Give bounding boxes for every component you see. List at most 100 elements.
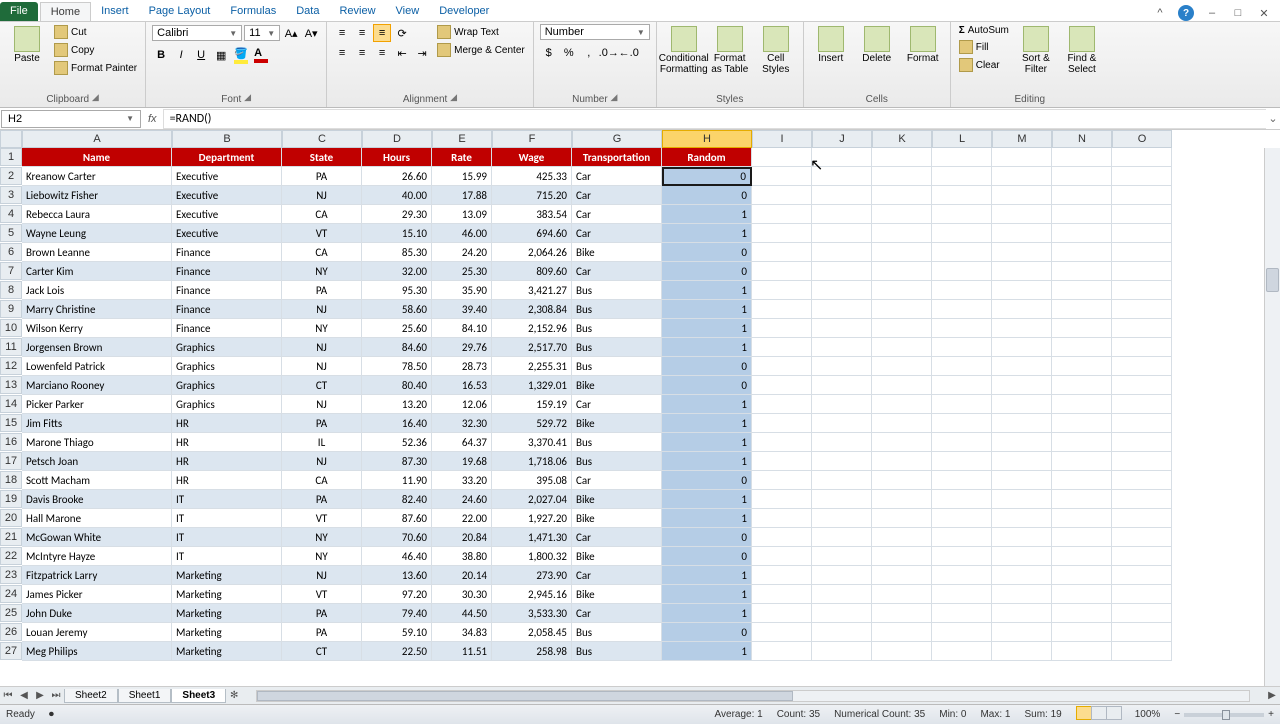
cell[interactable] bbox=[992, 604, 1052, 623]
cell[interactable]: 46.00 bbox=[432, 224, 492, 243]
cell[interactable] bbox=[992, 319, 1052, 338]
cell[interactable]: 3,421.27 bbox=[492, 281, 572, 300]
cell[interactable] bbox=[932, 528, 992, 547]
zoom-slider[interactable]: −+ bbox=[1174, 709, 1274, 720]
row-header[interactable]: 13 bbox=[0, 376, 22, 394]
row-header[interactable]: 23 bbox=[0, 566, 22, 584]
cell[interactable] bbox=[1112, 414, 1172, 433]
cell[interactable]: 80.40 bbox=[362, 376, 432, 395]
cell[interactable] bbox=[752, 300, 812, 319]
cell[interactable]: PA bbox=[282, 281, 362, 300]
column-header-C[interactable]: C bbox=[282, 130, 362, 148]
cell[interactable] bbox=[812, 490, 872, 509]
column-header-E[interactable]: E bbox=[432, 130, 492, 148]
cell[interactable]: Picker Parker bbox=[22, 395, 172, 414]
cell[interactable]: 2,152.96 bbox=[492, 319, 572, 338]
cell[interactable] bbox=[752, 319, 812, 338]
row-header[interactable]: 12 bbox=[0, 357, 22, 375]
cell[interactable]: Marciano Rooney bbox=[22, 376, 172, 395]
cell[interactable]: 383.54 bbox=[492, 205, 572, 224]
cell[interactable] bbox=[932, 642, 992, 661]
cell[interactable]: NY bbox=[282, 262, 362, 281]
cell[interactable]: 3,370.41 bbox=[492, 433, 572, 452]
cell[interactable]: 20.84 bbox=[432, 528, 492, 547]
cell[interactable]: Finance bbox=[172, 262, 282, 281]
cell[interactable]: 29.30 bbox=[362, 205, 432, 224]
cell[interactable]: 79.40 bbox=[362, 604, 432, 623]
fill-color-button[interactable]: 🪣 bbox=[232, 46, 250, 64]
cell[interactable]: 529.72 bbox=[492, 414, 572, 433]
cell[interactable] bbox=[932, 319, 992, 338]
cell[interactable]: Bike bbox=[572, 243, 662, 262]
cell[interactable]: PA bbox=[282, 623, 362, 642]
cell[interactable] bbox=[752, 414, 812, 433]
cell[interactable]: 84.60 bbox=[362, 338, 432, 357]
cell[interactable]: Car bbox=[572, 566, 662, 585]
number-format-select[interactable]: Number▼ bbox=[540, 24, 650, 40]
cell[interactable]: 64.37 bbox=[432, 433, 492, 452]
column-header-J[interactable]: J bbox=[812, 130, 872, 148]
cell[interactable]: 2,058.45 bbox=[492, 623, 572, 642]
number-launcher-icon[interactable]: ◢ bbox=[610, 92, 617, 102]
cell[interactable] bbox=[1112, 585, 1172, 604]
cell[interactable] bbox=[1052, 471, 1112, 490]
cell[interactable]: John Duke bbox=[22, 604, 172, 623]
cell[interactable] bbox=[992, 623, 1052, 642]
cell[interactable] bbox=[932, 357, 992, 376]
formula-input[interactable]: =RAND() bbox=[163, 109, 1266, 129]
cell[interactable]: 425.33 bbox=[492, 167, 572, 186]
cell[interactable]: HR bbox=[172, 471, 282, 490]
cell[interactable] bbox=[1112, 471, 1172, 490]
format-as-table-button[interactable]: Format as Table bbox=[709, 24, 751, 77]
cell[interactable]: IL bbox=[282, 433, 362, 452]
cell[interactable]: 85.30 bbox=[362, 243, 432, 262]
font-color-button[interactable]: A bbox=[252, 46, 270, 64]
cell[interactable]: NJ bbox=[282, 300, 362, 319]
cell[interactable]: 32.30 bbox=[432, 414, 492, 433]
italic-button[interactable]: I bbox=[172, 46, 190, 64]
cell[interactable] bbox=[752, 395, 812, 414]
cell[interactable]: Finance bbox=[172, 243, 282, 262]
cell[interactable] bbox=[1112, 262, 1172, 281]
cell[interactable] bbox=[752, 167, 812, 186]
cell[interactable] bbox=[992, 414, 1052, 433]
cell[interactable] bbox=[752, 642, 812, 661]
cell[interactable] bbox=[992, 471, 1052, 490]
cell[interactable] bbox=[932, 148, 992, 167]
cell[interactable] bbox=[752, 148, 812, 167]
cell[interactable] bbox=[812, 623, 872, 642]
cell[interactable]: Car bbox=[572, 395, 662, 414]
cell[interactable] bbox=[992, 566, 1052, 585]
cell[interactable]: Bike bbox=[572, 376, 662, 395]
cell[interactable] bbox=[992, 300, 1052, 319]
cell[interactable]: 273.90 bbox=[492, 566, 572, 585]
cell[interactable]: Name bbox=[22, 148, 172, 167]
cell[interactable]: Executive bbox=[172, 167, 282, 186]
cell[interactable]: 1 bbox=[662, 300, 752, 319]
cell[interactable] bbox=[812, 205, 872, 224]
row-header[interactable]: 19 bbox=[0, 490, 22, 508]
font-size-select[interactable]: 11▼ bbox=[244, 25, 280, 41]
cell[interactable] bbox=[1052, 357, 1112, 376]
cell[interactable]: Graphics bbox=[172, 338, 282, 357]
cell[interactable] bbox=[812, 148, 872, 167]
cell[interactable] bbox=[812, 357, 872, 376]
cell[interactable] bbox=[1112, 148, 1172, 167]
cell[interactable]: 13.20 bbox=[362, 395, 432, 414]
row-header[interactable]: 2 bbox=[0, 167, 22, 185]
cell[interactable]: 40.00 bbox=[362, 186, 432, 205]
help-icon[interactable]: ? bbox=[1178, 5, 1194, 21]
cell[interactable]: McIntyre Hayze bbox=[22, 547, 172, 566]
cell[interactable] bbox=[812, 300, 872, 319]
cell[interactable] bbox=[1052, 566, 1112, 585]
cell[interactable]: Random bbox=[662, 148, 752, 167]
cell[interactable] bbox=[992, 205, 1052, 224]
cell[interactable]: 19.68 bbox=[432, 452, 492, 471]
tab-nav-last-button[interactable]: ⏭ bbox=[48, 690, 64, 701]
cell[interactable]: NJ bbox=[282, 357, 362, 376]
cell[interactable]: 78.50 bbox=[362, 357, 432, 376]
row-header[interactable]: 24 bbox=[0, 585, 22, 603]
cell[interactable] bbox=[812, 338, 872, 357]
cell[interactable] bbox=[812, 262, 872, 281]
cell[interactable]: 715.20 bbox=[492, 186, 572, 205]
